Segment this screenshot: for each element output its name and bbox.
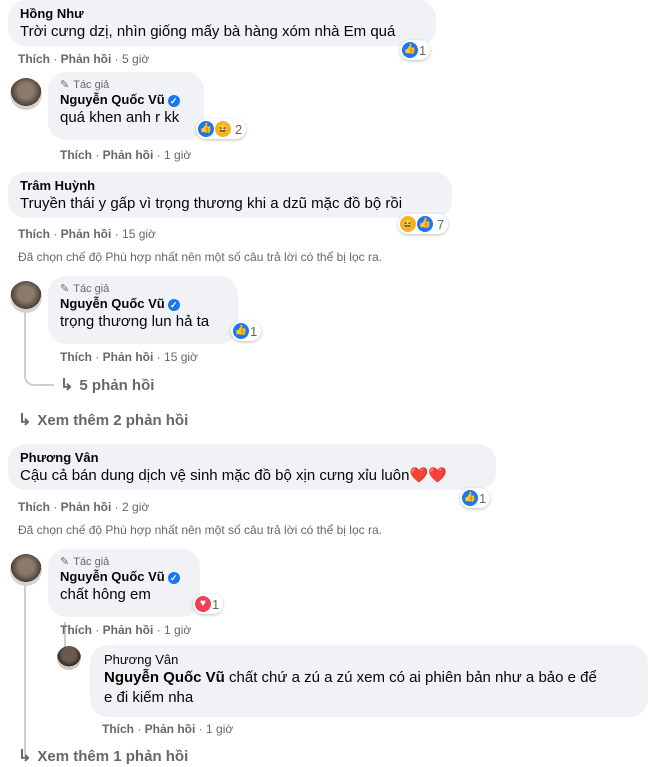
reaction-count: 1 (479, 490, 487, 506)
reply-button[interactable]: Phản hồi (61, 52, 112, 66)
author-badge: ✎ Tác giả (60, 556, 110, 568)
view-more-replies-link[interactable]: ↳ Xem thêm 2 phản hồi (18, 410, 188, 430)
reaction-summary[interactable]: 👍 1 (460, 488, 491, 508)
commenter-name[interactable]: Nguyễn Quốc Vũ ✓ (60, 569, 188, 585)
like-icon: 👍 (462, 490, 478, 506)
timestamp[interactable]: 1 giờ (164, 623, 191, 637)
timestamp[interactable]: 15 giờ (164, 350, 198, 364)
comment-bubble: ✎ Tác giả Nguyễn Quốc Vũ ✓ trọng thương lu… (48, 276, 238, 344)
comment-text: chất hông em (60, 586, 151, 603)
reply-button[interactable]: Phản hồi (103, 350, 154, 364)
like-button[interactable]: Thích (18, 52, 50, 66)
thread-line (24, 582, 26, 754)
view-replies-link[interactable]: ↳ 5 phản hồi (60, 375, 154, 395)
comment-text: Cậu cả bán dung dịch vệ sinh mặc đồ bộ x… (20, 467, 447, 484)
filter-notice: Đã chọn chế độ Phù hợp nhất nên một số c… (18, 523, 382, 537)
reply-arrow-icon: ↳ (18, 748, 32, 765)
timestamp[interactable]: 1 giờ (164, 148, 191, 162)
commenter-name[interactable]: Nguyễn Quốc Vũ ✓ (60, 92, 192, 108)
pen-icon: ✎ (60, 556, 70, 568)
commenter-name[interactable]: Phương Vân (104, 652, 634, 668)
reaction-summary[interactable]: 👍 1 (231, 321, 262, 341)
comment-bubble: Phương Vân Cậu cả bán dung dịch vệ sinh … (8, 444, 496, 490)
commenter-name[interactable]: Nguyễn Quốc Vũ ✓ (60, 296, 226, 312)
like-button[interactable]: Thích (18, 500, 50, 514)
commenter-name[interactable]: Hồng Như (20, 6, 424, 22)
haha-icon: 😆 (215, 121, 231, 137)
mention-link[interactable]: Nguyễn Quốc Vũ (104, 669, 225, 686)
reply-button[interactable]: Phản hồi (61, 500, 112, 514)
love-icon: ♥ (195, 596, 211, 612)
reaction-summary[interactable]: ♥ 1 (193, 594, 224, 614)
like-icon: 👍 (402, 42, 418, 58)
reaction-summary[interactable]: 😆 👍 7 (398, 214, 449, 234)
thread-connector (24, 370, 54, 386)
reaction-count: 1 (419, 42, 427, 58)
commenter-name[interactable]: Phương Vân (20, 450, 484, 466)
avatar[interactable] (10, 281, 42, 313)
like-button[interactable]: Thích (18, 227, 50, 241)
like-button[interactable]: Thích (60, 623, 92, 637)
comment-bubble: Phương Vân Nguyễn Quốc Vũ chất chứ a zú … (90, 645, 648, 717)
like-button[interactable]: Thích (60, 148, 92, 162)
avatar[interactable] (10, 554, 42, 586)
reaction-count: 1 (250, 323, 258, 339)
comment-bubble: ✎ Tác giả Nguyễn Quốc Vũ ✓ chất hông em (48, 549, 200, 617)
author-badge: ✎ Tác giả (60, 79, 110, 91)
reaction-count: 1 (212, 596, 220, 612)
comment-actions: Thích · Phản hồi · 1 giờ (60, 623, 192, 637)
view-more-replies-link[interactable]: ↳ Xem thêm 1 phản hồi (18, 746, 188, 766)
comment-actions: Thích · Phản hồi · 15 giờ (60, 350, 198, 364)
avatar[interactable] (10, 78, 42, 110)
timestamp[interactable]: 15 giờ (122, 227, 156, 241)
comment-bubble: ✎ Tác giả Nguyễn Quốc Vũ ✓ quá khen anh r … (48, 72, 204, 140)
author-badge: ✎ Tác giả (60, 283, 110, 295)
reply-button[interactable]: Phản hồi (61, 227, 112, 241)
reply-button[interactable]: Phản hồi (145, 722, 196, 736)
comment-text: trọng thương lun hả ta (60, 313, 210, 330)
comment-actions: Thích · Phản hồi · 5 giờ (18, 52, 150, 66)
commenter-name[interactable]: Trâm Huỳnh (20, 178, 440, 194)
timestamp[interactable]: 1 giờ (206, 722, 233, 736)
haha-icon: 😆 (400, 216, 416, 232)
filter-notice: Đã chọn chế độ Phù hợp nhất nên một số c… (18, 250, 382, 264)
like-button[interactable]: Thích (60, 350, 92, 364)
reaction-count: 2 (235, 121, 243, 137)
pen-icon: ✎ (60, 283, 70, 295)
comment-actions: Thích · Phản hồi · 1 giờ (60, 148, 192, 162)
reaction-count: 7 (437, 216, 445, 232)
reply-arrow-icon: ↳ (18, 412, 32, 429)
comment-actions: Thích · Phản hồi · 1 giờ (102, 722, 234, 736)
comment-text: quá khen anh r kk (60, 109, 180, 126)
reply-button[interactable]: Phản hồi (103, 148, 154, 162)
comment-actions: Thích · Phản hồi · 2 giờ (18, 500, 150, 514)
like-icon: 👍 (417, 216, 433, 232)
avatar[interactable] (57, 646, 81, 670)
like-icon: 👍 (198, 121, 214, 137)
comment-text: Trời cưng dzị, nhìn giống mấy bà hàng xó… (20, 23, 396, 40)
verified-icon: ✓ (167, 298, 180, 311)
comment-text: Truyền thái y gấp vì trọng thương khi a … (20, 195, 403, 212)
verified-icon: ✓ (167, 94, 180, 107)
thread-line (24, 308, 26, 376)
reaction-summary[interactable]: 👍 😆 2 (196, 119, 247, 139)
timestamp[interactable]: 2 giờ (122, 500, 149, 514)
comment-bubble: Hồng Như Trời cưng dzị, nhìn giống mấy b… (8, 0, 436, 46)
pen-icon: ✎ (60, 79, 70, 91)
reply-button[interactable]: Phản hồi (103, 623, 154, 637)
reaction-summary[interactable]: 👍 1 (400, 40, 431, 60)
comment-text: Nguyễn Quốc Vũ chất chứ a zú a zú xem có… (104, 669, 597, 686)
timestamp[interactable]: 5 giờ (122, 52, 149, 66)
like-button[interactable]: Thích (102, 722, 134, 736)
comment-bubble: Trâm Huỳnh Truyền thái y gấp vì trọng th… (8, 172, 452, 218)
verified-icon: ✓ (167, 571, 180, 584)
like-icon: 👍 (233, 323, 249, 339)
comment-text-continued: e đi kiếm nha (104, 689, 194, 706)
comment-actions: Thích · Phản hồi · 15 giờ (18, 227, 156, 241)
reply-arrow-icon: ↳ (60, 377, 74, 394)
